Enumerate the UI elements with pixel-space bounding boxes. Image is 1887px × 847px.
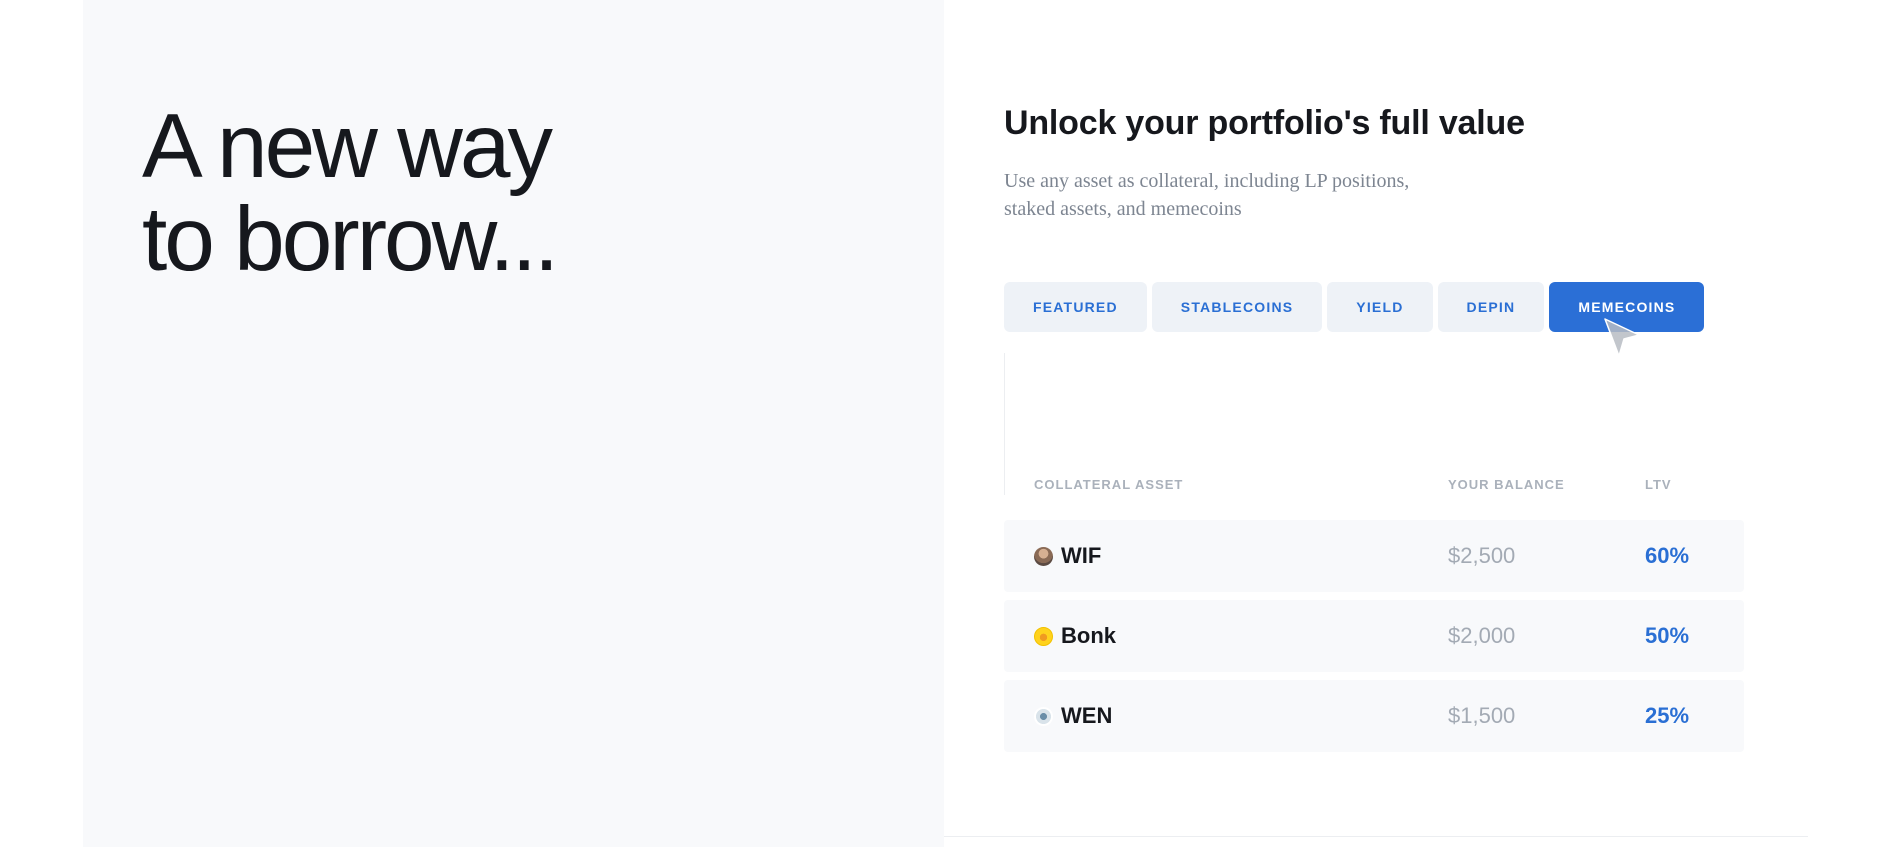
asset-name: Bonk bbox=[1061, 623, 1116, 648]
asset-name: WEN bbox=[1061, 703, 1113, 728]
mouse-pointer-icon bbox=[1604, 318, 1640, 357]
ltv-value: 50% bbox=[1645, 623, 1690, 648]
header-your-balance: YOUR BALANCE bbox=[1448, 477, 1565, 492]
header-ltv: LTV bbox=[1645, 477, 1672, 492]
table-row[interactable]: WIF $2,500 60% bbox=[1004, 520, 1744, 592]
asset-cell: WEN bbox=[1034, 703, 1112, 729]
collateral-table: COLLATERAL ASSET YOUR BALANCE LTV WIF $2… bbox=[1004, 474, 1744, 752]
wen-coin-icon bbox=[1034, 706, 1053, 726]
tab-stablecoins[interactable]: STABLECOINS bbox=[1151, 282, 1323, 332]
category-tabs: FEATURED STABLECOINS YIELD DEPIN MEMECOI… bbox=[1004, 282, 1705, 332]
tab-featured[interactable]: FEATURED bbox=[1004, 282, 1147, 332]
hero-title: A new way to borrow... bbox=[142, 96, 559, 290]
bonk-coin-icon bbox=[1034, 626, 1053, 646]
ltv-value: 25% bbox=[1645, 703, 1690, 728]
collateral-section: Unlock your portfolio's full value Use a… bbox=[1004, 0, 1804, 847]
balance-value: $2,500 bbox=[1448, 543, 1516, 568]
tab-depin[interactable]: DEPIN bbox=[1437, 282, 1545, 332]
table-row[interactable]: WEN $1,500 25% bbox=[1004, 680, 1744, 752]
asset-cell: Bonk bbox=[1034, 623, 1116, 649]
section-heading: Unlock your portfolio's full value bbox=[1004, 104, 1525, 142]
balance-value: $2,000 bbox=[1448, 623, 1516, 648]
section-subheading: Use any asset as collateral, including L… bbox=[1004, 170, 1410, 220]
tab-yield[interactable]: YIELD bbox=[1327, 282, 1433, 332]
hero-title-line-2: to borrow... bbox=[142, 189, 559, 290]
table-row[interactable]: Bonk $2,000 50% bbox=[1004, 600, 1744, 672]
hero-title-line-1: A new way bbox=[142, 96, 553, 197]
wif-coin-icon bbox=[1034, 546, 1053, 566]
hero-panel: A new way to borrow... bbox=[83, 0, 944, 847]
balance-value: $1,500 bbox=[1448, 703, 1516, 728]
table-header: COLLATERAL ASSET YOUR BALANCE LTV bbox=[1004, 474, 1744, 512]
header-collateral-asset: COLLATERAL ASSET bbox=[1034, 477, 1184, 492]
asset-name: WIF bbox=[1061, 543, 1102, 568]
asset-cell: WIF bbox=[1034, 543, 1101, 569]
ltv-value: 60% bbox=[1645, 543, 1690, 568]
